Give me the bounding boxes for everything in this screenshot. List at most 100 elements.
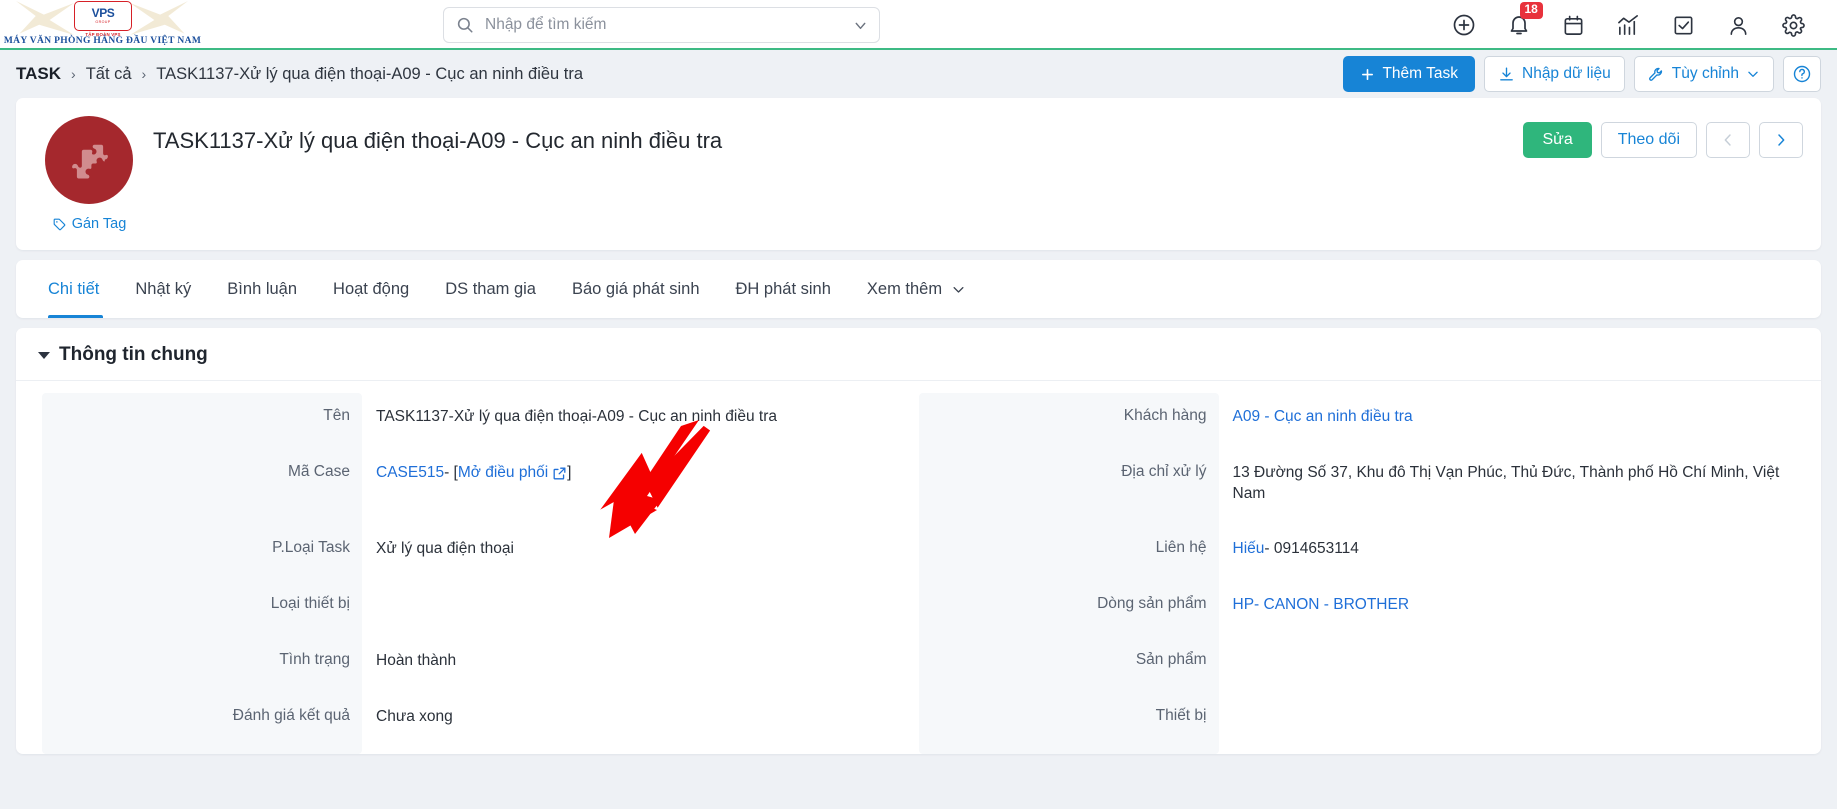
tab-label: Hoạt động bbox=[333, 279, 410, 298]
record-actions: Sửa Theo dõi bbox=[1523, 122, 1803, 158]
global-search[interactable] bbox=[443, 7, 880, 43]
next-record-button[interactable] bbox=[1759, 122, 1803, 158]
field-label-pane-left: Tên Mã Case P.Loại Task Loại thiết bị Tì… bbox=[42, 393, 362, 754]
field-value-pane-left: TASK1137-Xử lý qua điện thoại-A09 - Cục … bbox=[362, 393, 911, 754]
top-header: VPS GROUP TẬP ĐOÀN VPS MÁY VĂN PHÒNG HÀN… bbox=[0, 0, 1837, 50]
edit-button[interactable]: Sửa bbox=[1523, 122, 1592, 158]
logo-wing-left-icon bbox=[16, 1, 74, 35]
download-icon bbox=[1498, 66, 1515, 83]
field-value-lien-he: Hiếu - 0914653114 bbox=[1233, 530, 1796, 586]
user-icon[interactable] bbox=[1711, 0, 1766, 50]
field-value-khach-hang: A09 - Cục an ninh điều tra bbox=[1233, 398, 1796, 454]
help-button[interactable] bbox=[1783, 56, 1821, 92]
follow-button[interactable]: Theo dõi bbox=[1600, 122, 1697, 158]
app-root: VPS GROUP TẬP ĐOÀN VPS MÁY VĂN PHÒNG HÀN… bbox=[0, 0, 1837, 809]
page-toolbar: Thêm Task Nhập dữ liệu Tùy chỉnh bbox=[1343, 56, 1821, 92]
add-circle-icon[interactable] bbox=[1436, 0, 1491, 50]
field-value-phan-loai-task: Xử lý qua điện thoại bbox=[376, 540, 514, 557]
breadcrumb-separator-icon: › bbox=[141, 66, 147, 82]
field-label-danh-gia-ket-qua: Đánh giá kết quả bbox=[232, 707, 350, 724]
notification-badge: 18 bbox=[1519, 2, 1543, 19]
field-value-tinh-trang: Hoàn thành bbox=[376, 652, 457, 669]
open-dispatch-link[interactable]: Mở điều phối bbox=[458, 463, 567, 484]
field-label-dia-chi-xu-ly: Địa chỉ xử lý bbox=[1121, 463, 1207, 480]
open-dispatch-label: Mở điều phối bbox=[457, 464, 549, 481]
breadcrumb-current: TASK1137-Xử lý qua điện thoại-A09 - Cục … bbox=[156, 64, 584, 83]
avatar bbox=[45, 116, 133, 204]
field-label-phan-loai-task: P.Loại Task bbox=[272, 539, 350, 556]
bell-icon[interactable]: 18 bbox=[1491, 0, 1546, 50]
field-label-ten: Tên bbox=[323, 407, 350, 424]
chart-icon[interactable] bbox=[1601, 0, 1656, 50]
field-label-lien-he: Liên hệ bbox=[1155, 539, 1207, 556]
field-value-ten: TASK1137-Xử lý qua điện thoại-A09 - Cục … bbox=[376, 408, 777, 425]
wrench-icon bbox=[1648, 66, 1665, 83]
tab-label: Nhật ký bbox=[135, 279, 192, 298]
field-value-ma-case: CASE515 - [ Mở điều phối] bbox=[376, 454, 911, 530]
contact-phone: - 0914653114 bbox=[1264, 540, 1359, 557]
collapse-caret-icon bbox=[38, 351, 50, 359]
search-input[interactable] bbox=[483, 15, 843, 35]
tab-binh-luan[interactable]: Bình luận bbox=[209, 260, 315, 318]
customize-label: Tùy chỉnh bbox=[1671, 65, 1739, 82]
case-code-link[interactable]: CASE515 bbox=[376, 463, 444, 484]
field-label-dong-san-pham: Dòng sản phẩm bbox=[1097, 595, 1207, 612]
tab-hoat-dong[interactable]: Hoạt động bbox=[315, 260, 427, 318]
chevron-down-icon bbox=[1746, 67, 1760, 81]
logo-badge-text: VPS bbox=[91, 6, 115, 21]
chevron-down-icon[interactable] bbox=[852, 17, 869, 34]
tab-label: Báo giá phát sinh bbox=[571, 279, 700, 298]
section-header-thong-tin-chung[interactable]: Thông tin chung bbox=[16, 328, 1821, 381]
field-value-dong-san-pham: HP- CANON - BROTHER bbox=[1233, 586, 1796, 642]
tab-dh-phat-sinh[interactable]: ĐH phát sinh bbox=[718, 260, 849, 318]
breadcrumb-separator-icon: › bbox=[71, 66, 76, 82]
tab-label: Xem thêm bbox=[866, 279, 943, 298]
tab-label: Chi tiết bbox=[48, 279, 100, 298]
tab-bao-gia-phat-sinh[interactable]: Báo giá phát sinh bbox=[554, 260, 718, 318]
tab-chi-tiet[interactable]: Chi tiết bbox=[34, 260, 117, 318]
external-link-icon bbox=[552, 466, 567, 481]
assign-tag-label: Gán Tag bbox=[71, 216, 127, 232]
field-grid: Tên Mã Case P.Loại Task Loại thiết bị Tì… bbox=[16, 381, 1821, 754]
search-icon bbox=[456, 16, 474, 34]
tab-ds-tham-gia[interactable]: DS tham gia bbox=[427, 260, 554, 318]
customize-button[interactable]: Tùy chỉnh bbox=[1633, 56, 1774, 92]
tab-label: Bình luận bbox=[227, 279, 298, 298]
checkbox-icon[interactable] bbox=[1656, 0, 1711, 50]
record-tabs: Chi tiết Nhật ký Bình luận Hoạt động DS … bbox=[16, 260, 1821, 318]
field-label-ma-case: Mã Case bbox=[287, 463, 350, 480]
field-value-pane-right: A09 - Cục an ninh điều tra 13 Đường Số 3… bbox=[1219, 393, 1796, 754]
tab-xem-them[interactable]: Xem thêm bbox=[849, 260, 984, 318]
add-task-button[interactable]: Thêm Task bbox=[1343, 56, 1475, 92]
case-suffix-open: - [ bbox=[444, 464, 458, 481]
header-icon-group: 18 bbox=[1436, 0, 1821, 50]
section-title: Thông tin chung bbox=[59, 344, 208, 365]
general-info-panel: Thông tin chung Tên Mã Case P.Loại Task … bbox=[16, 328, 1821, 754]
field-value-san-pham bbox=[1233, 642, 1796, 698]
tag-icon bbox=[52, 217, 67, 232]
field-value-loai-thiet-bi bbox=[376, 586, 911, 642]
breadcrumb-bar: TASK › Tất cả › TASK1137-Xử lý qua điện … bbox=[0, 50, 1837, 98]
tab-nhat-ky[interactable]: Nhật ký bbox=[117, 260, 209, 318]
prev-record-button[interactable] bbox=[1706, 122, 1750, 158]
add-task-label: Thêm Task bbox=[1382, 65, 1458, 82]
contact-link[interactable]: Hiếu bbox=[1233, 539, 1265, 560]
tab-label: ĐH phát sinh bbox=[735, 279, 831, 298]
gear-icon[interactable] bbox=[1766, 0, 1821, 50]
assign-tag-button[interactable]: Gán Tag bbox=[52, 216, 127, 232]
plus-icon bbox=[1360, 67, 1375, 82]
logo-badge-sub: GROUP bbox=[95, 19, 111, 24]
product-line-link[interactable]: HP- CANON - BROTHER bbox=[1233, 595, 1410, 616]
calendar-icon[interactable] bbox=[1546, 0, 1601, 50]
breadcrumb-root[interactable]: TASK bbox=[16, 64, 61, 84]
breadcrumb-level2[interactable]: Tất cả bbox=[86, 65, 132, 84]
field-value-dia-chi-xu-ly: 13 Đường Số 37, Khu đô Thị Vạn Phúc, Thủ… bbox=[1232, 464, 1780, 502]
record-header-card: Gán Tag TASK1137-Xử lý qua điện thoại-A0… bbox=[16, 98, 1821, 250]
logo-wing-right-icon bbox=[130, 1, 188, 35]
field-label-tinh-trang: Tình trạng bbox=[279, 651, 350, 668]
record-avatar-column: Gán Tag bbox=[34, 116, 144, 250]
import-data-button[interactable]: Nhập dữ liệu bbox=[1484, 56, 1625, 92]
customer-link[interactable]: A09 - Cục an ninh điều tra bbox=[1233, 407, 1413, 428]
logo-tagline: MÁY VĂN PHÒNG HÀNG ĐẦU VIỆT NAM bbox=[3, 36, 202, 46]
company-logo[interactable]: VPS GROUP TẬP ĐOÀN VPS MÁY VĂN PHÒNG HÀN… bbox=[0, 0, 205, 49]
